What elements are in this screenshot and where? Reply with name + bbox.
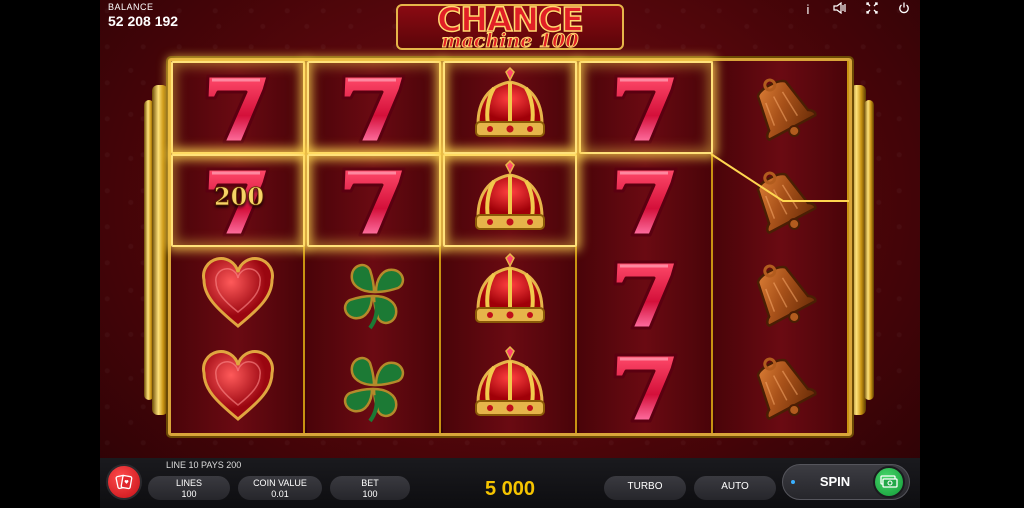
status-dot [791, 480, 795, 484]
gold-side-bar [152, 85, 168, 415]
line-pays-text: LINE 10 PAYS 200 [166, 460, 242, 470]
spin-button[interactable]: SPIN [782, 464, 910, 500]
seven-symbol-icon [613, 74, 678, 143]
reel-cell-seven [307, 61, 441, 154]
money-stack-icon [880, 475, 898, 488]
turbo-label: TURBO [627, 481, 663, 492]
reel-cell-seven [307, 154, 441, 247]
balance-display: BALANCE 52 208 192 [108, 2, 178, 29]
cards-icon [115, 474, 133, 490]
top-toolbar: i [800, 1, 912, 17]
bet-selector[interactable]: BET 100 [330, 476, 410, 500]
reel-1 [171, 61, 305, 433]
reel-4 [579, 61, 713, 433]
info-icon[interactable]: i [800, 2, 816, 17]
seven-symbol-icon [341, 74, 406, 143]
heart-symbol-icon [202, 349, 274, 421]
line-win-amount: 200 [213, 182, 265, 212]
coin-value-label: COIN VALUE [253, 478, 307, 488]
game-logo: CHANCE machine 100 [390, 0, 630, 54]
crown-symbol-icon [475, 252, 545, 323]
seven-symbol-icon [205, 74, 270, 143]
game-stage: BALANCE 52 208 192 i CHANCE machine 100 [100, 0, 920, 508]
reel-cell-clover [307, 340, 441, 433]
bet-label: BET [361, 478, 379, 488]
bell-symbol-icon [757, 264, 817, 327]
lines-value: 100 [181, 489, 197, 499]
reel-cell-seven [579, 61, 713, 154]
spin-label: SPIN [819, 474, 851, 489]
reel-cell-seven [579, 340, 713, 433]
sound-icon[interactable] [832, 1, 848, 17]
reel-cell-crown [443, 61, 577, 154]
reel-cell-seven [171, 61, 305, 154]
reel-cell-bell [715, 340, 849, 433]
reel-cell-heart [171, 247, 305, 340]
seven-symbol-icon [613, 353, 678, 422]
balance-value: 52 208 192 [108, 13, 179, 29]
seven-symbol-icon [613, 260, 678, 329]
reel-cell-heart [171, 340, 305, 433]
heart-symbol-icon [202, 256, 274, 328]
fullscreen-icon[interactable] [864, 2, 880, 17]
reels-frame: 200 [168, 58, 852, 436]
reel-cell-crown [443, 247, 577, 340]
reel-cell-bell [715, 247, 849, 340]
lines-selector[interactable]: LINES 100 [148, 476, 230, 500]
balance-label: BALANCE [108, 2, 154, 12]
bell-symbol-icon [757, 171, 817, 234]
reel-3 [443, 61, 577, 433]
crown-symbol-icon [475, 159, 545, 230]
coin-value-value: 0.01 [271, 489, 289, 499]
turbo-button[interactable]: TURBO [604, 476, 686, 500]
crown-symbol-icon [475, 345, 545, 416]
coin-value-selector[interactable]: COIN VALUE 0.01 [238, 476, 322, 500]
reel-cell-bell [715, 154, 849, 247]
clover-symbol-icon [343, 263, 405, 329]
gold-side-bar [864, 100, 874, 400]
reel-cell-crown [443, 154, 577, 247]
reel-5 [715, 61, 849, 433]
reel-cell-bell [715, 61, 849, 154]
control-bar: LINE 10 PAYS 200 LINES 100 COIN VALUE 0.… [100, 458, 920, 508]
bet-value: 100 [362, 489, 378, 499]
reel-cell-seven [579, 247, 713, 340]
reel-cell-seven [579, 154, 713, 247]
power-icon[interactable] [896, 2, 912, 17]
spin-go-button[interactable] [873, 466, 905, 498]
menu-button[interactable] [106, 464, 142, 500]
auto-button[interactable]: AUTO [694, 476, 776, 500]
reel-cell-crown [443, 340, 577, 433]
bell-symbol-icon [757, 357, 817, 420]
win-amount: 5 000 [484, 478, 536, 500]
seven-symbol-icon [613, 167, 678, 236]
reel-cell-clover [307, 247, 441, 340]
seven-symbol-icon [341, 167, 406, 236]
reel-2 [307, 61, 441, 433]
auto-label: AUTO [721, 481, 749, 492]
clover-symbol-icon [343, 356, 405, 422]
crown-symbol-icon [475, 66, 545, 137]
logo-subtitle: machine 100 [441, 30, 579, 53]
lines-label: LINES [175, 478, 202, 488]
bell-symbol-icon [757, 78, 817, 141]
